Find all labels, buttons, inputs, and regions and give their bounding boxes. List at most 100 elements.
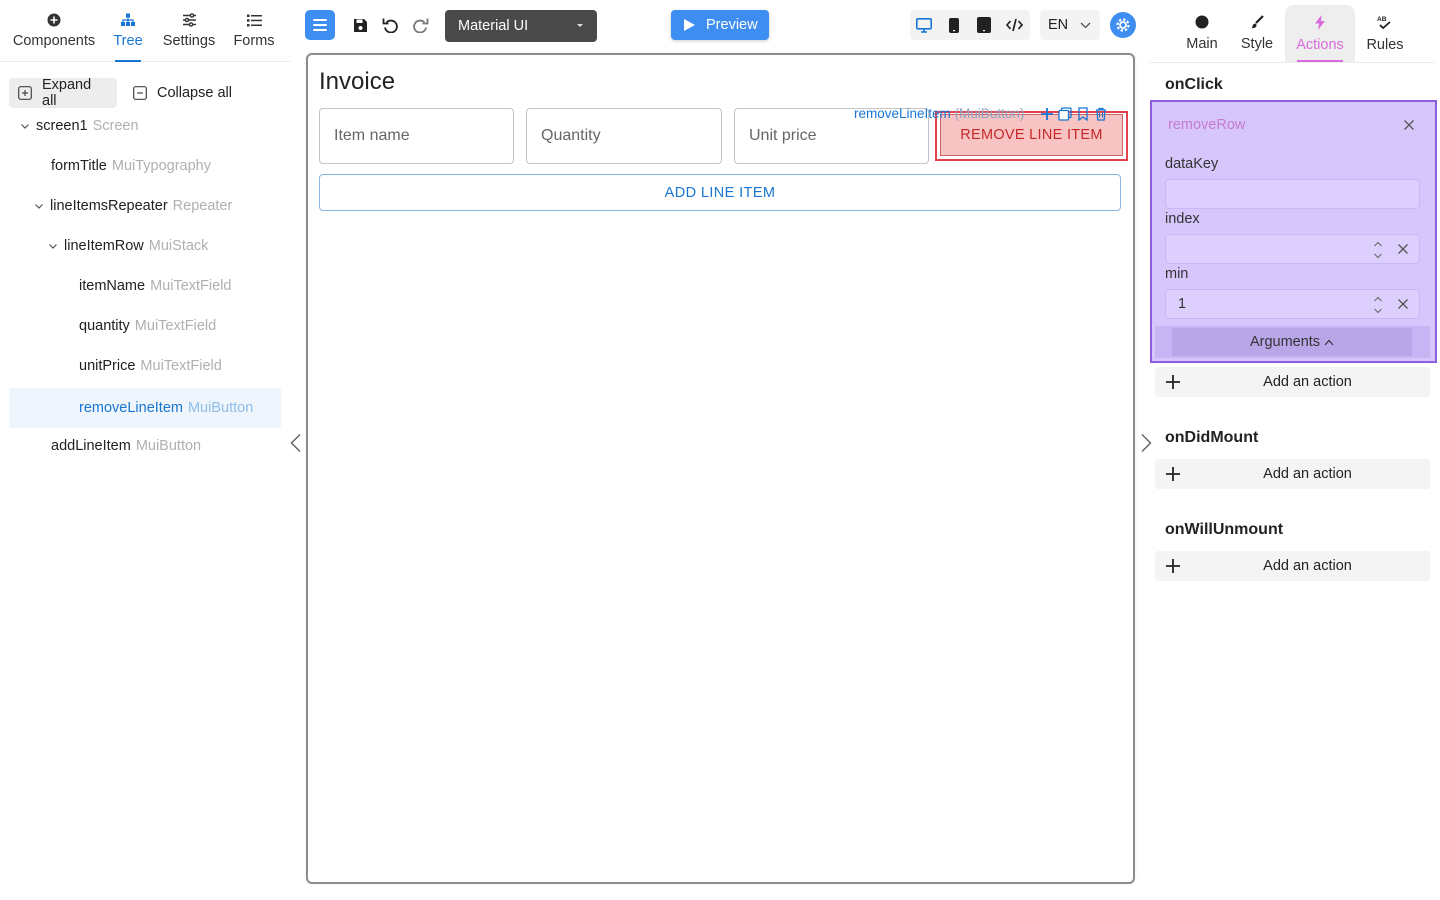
- selection-label-name: removeLineItem: [854, 106, 951, 121]
- tab-settings[interactable]: Settings: [158, 0, 220, 62]
- theme-select[interactable]: Material UI: [445, 10, 597, 42]
- chevron-down-icon[interactable]: [48, 241, 62, 251]
- stepper-arrows-icon[interactable]: [1373, 240, 1383, 260]
- desktop-icon[interactable]: [914, 15, 934, 35]
- tree-node-type: MuiButton: [135, 438, 202, 454]
- tree-node-type: MuiButton: [187, 400, 254, 416]
- tablet-icon[interactable]: [974, 15, 994, 35]
- bolt-icon: [1315, 14, 1325, 30]
- chevron-left-icon: [289, 433, 303, 453]
- chevron-down-icon: [1080, 22, 1091, 29]
- code-icon[interactable]: [1004, 15, 1024, 35]
- tab-actions[interactable]: Actions: [1285, 5, 1355, 62]
- play-icon: [683, 18, 696, 32]
- tab-components[interactable]: Components: [10, 0, 98, 62]
- bookmark-icon[interactable]: [1076, 107, 1090, 121]
- tab-label: Components: [12, 33, 96, 49]
- save-button[interactable]: [345, 10, 375, 40]
- add-action-label: Add an action: [1263, 374, 1352, 390]
- tab-label: Actions: [1296, 36, 1344, 53]
- left-panel: Components Tree Settings Forms Expand al…: [0, 0, 290, 900]
- redo-icon: [412, 17, 429, 33]
- settings-gear-button[interactable]: [1110, 12, 1136, 38]
- redo-button[interactable]: [405, 10, 435, 40]
- tree-node-screen1[interactable]: screen1 Screen: [20, 108, 139, 144]
- tree-node-type: Screen: [92, 118, 139, 134]
- clear-icon[interactable]: [1397, 243, 1409, 255]
- collapse-left-panel-button[interactable]: [289, 433, 303, 453]
- save-icon: [353, 18, 368, 33]
- language-value: EN: [1048, 17, 1069, 33]
- mobile-icon[interactable]: [944, 15, 964, 35]
- index-input[interactable]: [1165, 234, 1420, 264]
- event-onclick-title: onClick: [1165, 76, 1223, 93]
- datakey-label: dataKey: [1165, 156, 1219, 172]
- list-icon: [246, 14, 262, 27]
- chevron-down-icon[interactable]: [20, 121, 34, 131]
- add-action-label: Add an action: [1263, 466, 1352, 482]
- delete-icon[interactable]: [1094, 107, 1108, 121]
- tree-node-name: lineItemRow: [64, 238, 144, 254]
- tree-node-lineitemrow[interactable]: lineItemRow MuiStack: [48, 228, 208, 264]
- add-action-onclick-button[interactable]: Add an action: [1155, 367, 1430, 397]
- tree-node-quantity[interactable]: quantity MuiTextField: [79, 308, 216, 344]
- action-card-removerow[interactable]: [1150, 100, 1437, 363]
- item-name-field[interactable]: Item name: [319, 108, 514, 164]
- tree-node-addlineitem[interactable]: addLineItem MuiButton: [51, 428, 201, 464]
- expand-all-label: Expand all: [42, 77, 92, 109]
- add-icon[interactable]: [1040, 107, 1054, 121]
- arguments-label: Arguments: [1249, 334, 1321, 350]
- quantity-placeholder: Quantity: [541, 127, 601, 144]
- tree-node-type: MuiTextField: [134, 318, 217, 334]
- quantity-field[interactable]: Quantity: [526, 108, 722, 164]
- language-select[interactable]: EN: [1040, 10, 1100, 40]
- collapse-right-panel-button[interactable]: [1139, 433, 1153, 453]
- device-switcher: [910, 10, 1030, 40]
- add-action-ondidmount-button[interactable]: Add an action: [1155, 459, 1430, 489]
- sliders-icon: [182, 13, 197, 27]
- close-icon: [1403, 119, 1415, 131]
- clear-icon[interactable]: [1397, 298, 1409, 310]
- tab-main[interactable]: Main: [1178, 5, 1226, 62]
- tree-node-name: screen1: [36, 118, 88, 134]
- tab-rules[interactable]: AB Rules: [1362, 5, 1408, 62]
- duplicate-icon[interactable]: [1058, 107, 1072, 121]
- tree-node-type: MuiTypography: [111, 158, 211, 174]
- tree-node-name: unitPrice: [79, 358, 136, 374]
- add-action-label: Add an action: [1263, 558, 1352, 574]
- min-value: 1: [1178, 296, 1187, 312]
- tree-node-itemname[interactable]: itemName MuiTextField: [79, 268, 231, 304]
- tree-node-unitprice[interactable]: unitPrice MuiTextField: [79, 348, 222, 384]
- right-tabs-divider: [1150, 62, 1435, 63]
- collapse-all-button[interactable]: Collapse all: [124, 78, 244, 108]
- selection-label-type: (MuiButton): [954, 106, 1025, 121]
- minus-square-icon: [133, 86, 147, 100]
- tab-tree[interactable]: Tree: [108, 0, 148, 62]
- tab-label: Forms: [233, 32, 275, 49]
- arguments-toggle[interactable]: Arguments: [1172, 328, 1412, 356]
- stepper-arrows-icon[interactable]: [1373, 295, 1383, 315]
- remove-action-button[interactable]: [1403, 119, 1415, 131]
- chevron-down-icon[interactable]: [34, 201, 48, 211]
- left-tabs: Components Tree Settings Forms: [0, 0, 290, 62]
- add-line-item-button[interactable]: ADD LINE ITEM: [319, 174, 1121, 211]
- min-input[interactable]: 1: [1165, 289, 1420, 319]
- tree-node-lineitemsrepeater[interactable]: lineItemsRepeater Repeater: [34, 188, 232, 224]
- add-action-onwillunmount-button[interactable]: Add an action: [1155, 551, 1430, 581]
- tree-node-removelineitem[interactable]: removeLineItem MuiButton: [79, 388, 253, 428]
- tree-node-name: quantity: [79, 318, 130, 334]
- tree-node-name: formTitle: [51, 158, 107, 174]
- tree-node-formtitle[interactable]: formTitle MuiTypography: [51, 148, 211, 184]
- datakey-input[interactable]: [1165, 179, 1420, 209]
- tab-label: Rules: [1366, 36, 1404, 53]
- form-title[interactable]: Invoice: [319, 68, 395, 96]
- menu-button[interactable]: [305, 10, 335, 40]
- tab-forms[interactable]: Forms: [230, 0, 278, 62]
- expand-all-button[interactable]: Expand all: [9, 77, 117, 109]
- tab-style[interactable]: Style: [1234, 5, 1280, 62]
- undo-button[interactable]: [375, 10, 405, 40]
- index-label: index: [1165, 211, 1200, 227]
- tab-label: Main: [1186, 36, 1218, 52]
- min-label: min: [1165, 266, 1189, 282]
- preview-button[interactable]: Preview: [671, 10, 769, 40]
